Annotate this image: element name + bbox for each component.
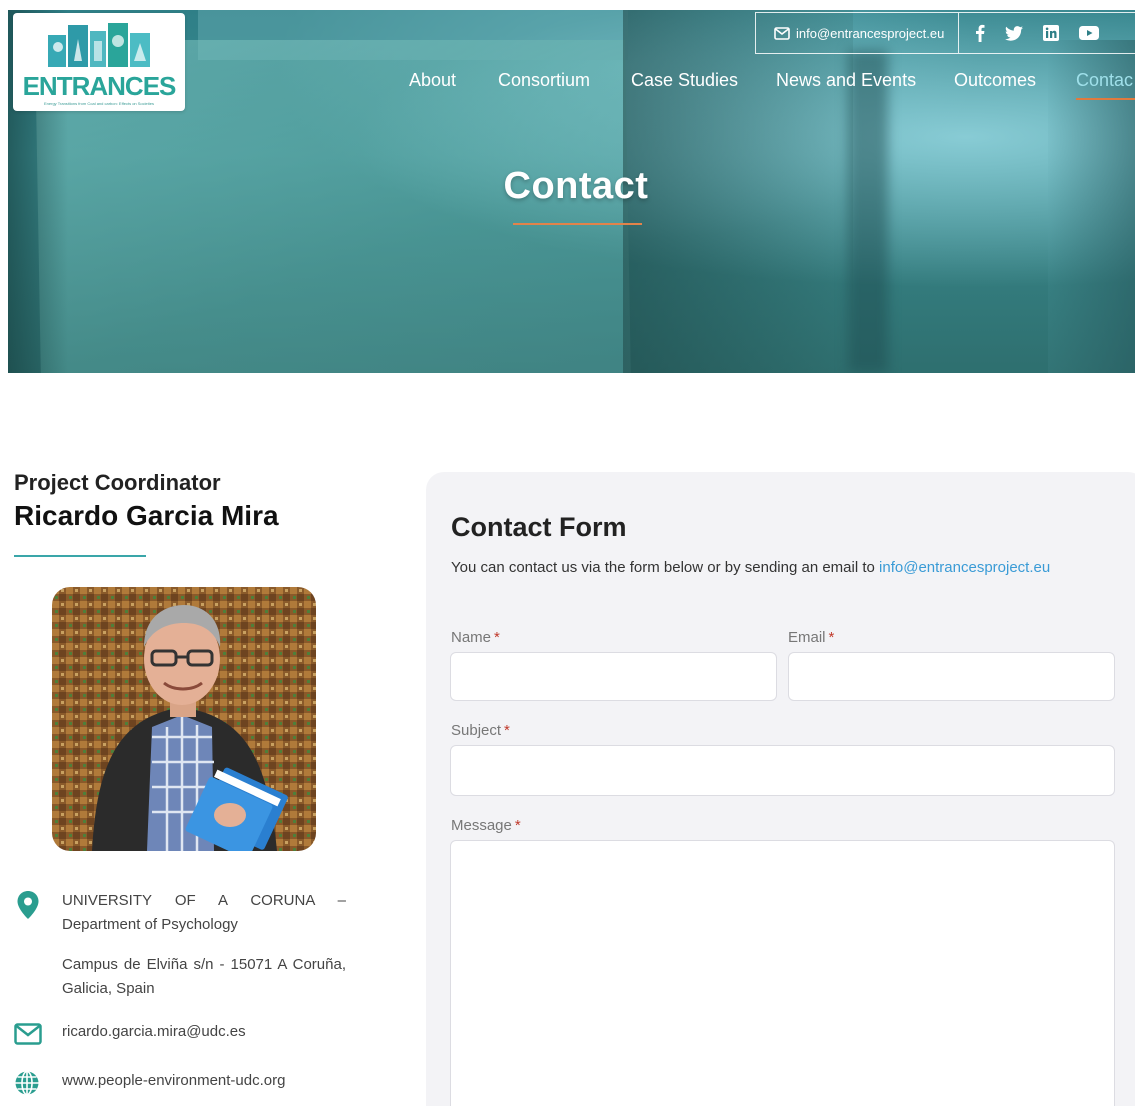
message-textarea[interactable] — [450, 840, 1115, 1106]
required-marker: * — [828, 629, 835, 646]
coordinator-website-link[interactable]: www.people-environment-udc.org — [62, 1069, 285, 1093]
envelope-icon — [14, 1023, 42, 1045]
header-email-link[interactable]: info@entrancesproject.eu — [756, 13, 960, 53]
facebook-icon[interactable] — [975, 24, 985, 42]
logo-subtitle: Energy Transitions from Coal and carbon:… — [44, 101, 154, 106]
email-input[interactable] — [788, 652, 1115, 701]
contact-form-email-link[interactable]: info@entrancesproject.eu — [879, 559, 1050, 576]
logo-buildings-icon — [48, 23, 150, 67]
name-field-label: Name * — [451, 629, 500, 646]
coordinator-photo — [52, 587, 316, 851]
nav-active-underline — [1076, 98, 1135, 100]
title-underline — [513, 223, 642, 225]
coordinator-divider — [14, 555, 146, 557]
coordinator-name: Ricardo Garcia Mira — [14, 500, 279, 531]
linkedin-icon[interactable] — [1043, 25, 1060, 41]
coordinator-label: Project Coordinator — [14, 470, 221, 495]
nav-consortium[interactable]: Consortium — [498, 70, 590, 91]
coordinator-address-street: Campus de Elviña s/n - 15071 A Coruña, G… — [62, 956, 346, 997]
twitter-icon[interactable] — [1005, 25, 1024, 41]
email-label-text: Email — [788, 629, 826, 646]
coordinator-email-link[interactable]: ricardo.garcia.mira@udc.es — [62, 1020, 246, 1044]
subject-input[interactable] — [450, 745, 1115, 796]
page-title: Contact — [503, 165, 649, 207]
email-field-label: Email * — [788, 629, 834, 646]
nav-about[interactable]: About — [409, 70, 456, 91]
subject-label-text: Subject — [451, 722, 502, 739]
envelope-icon — [774, 26, 790, 40]
youtube-icon[interactable] — [1079, 26, 1100, 40]
nav-outcomes[interactable]: Outcomes — [954, 70, 1036, 91]
nav-contact[interactable]: Contac — [1076, 70, 1133, 91]
map-pin-icon — [17, 891, 39, 919]
contact-form-title: Contact Form — [451, 512, 627, 542]
header-email-text: info@entrancesproject.eu — [796, 25, 945, 41]
message-field-label: Message * — [451, 817, 521, 834]
required-marker: * — [514, 817, 521, 834]
contact-form-description: You can contact us via the form below or… — [451, 559, 1050, 576]
required-marker: * — [504, 722, 510, 739]
nav-case-studies[interactable]: Case Studies — [631, 70, 738, 91]
main-navigation: About Consortium Case Studies News and E… — [0, 70, 1135, 100]
coordinator-address-institution: UNIVERSITY OF A CORUNA – Department of P… — [62, 892, 346, 933]
message-label-text: Message — [451, 817, 512, 834]
name-label-text: Name — [451, 629, 492, 646]
subject-field-label: Subject * — [451, 722, 510, 739]
social-links — [959, 24, 1100, 42]
contact-form-description-text: You can contact us via the form below or… — [451, 559, 880, 576]
required-marker: * — [494, 629, 500, 646]
globe-icon — [15, 1070, 39, 1096]
name-input[interactable] — [450, 652, 777, 701]
top-contact-bar: info@entrancesproject.eu — [755, 12, 1135, 54]
nav-news-and-events[interactable]: News and Events — [776, 70, 916, 91]
coordinator-portrait-image — [52, 587, 316, 851]
